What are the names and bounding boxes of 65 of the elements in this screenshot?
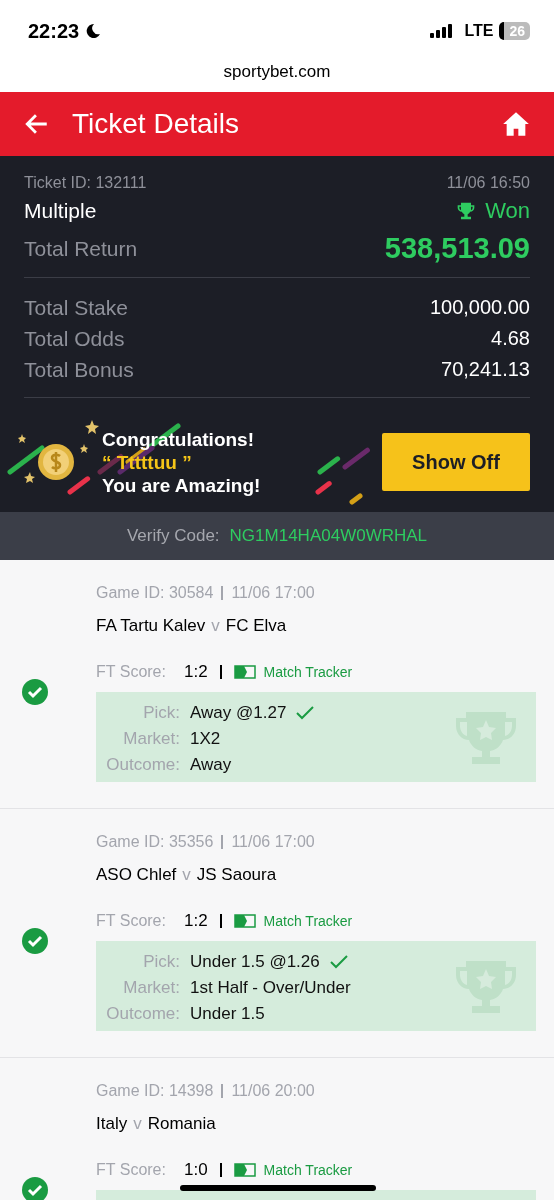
total-value: 4.68 <box>491 327 530 350</box>
network-label: LTE <box>464 22 494 40</box>
ticket-id: Ticket ID: 132111 <box>24 174 147 192</box>
pick-label: Market: <box>122 729 180 749</box>
match-tracker-link[interactable]: Match Tracker <box>263 664 353 680</box>
pick-value: 1X2 <box>190 729 221 749</box>
score-label: FT Score: <box>96 663 166 681</box>
versus-text: v <box>133 1114 142 1134</box>
pick-label: Outcome: <box>105 755 180 775</box>
coin-icon <box>36 442 76 482</box>
tracker-icon <box>233 1163 256 1177</box>
pick-label: Pick: <box>142 703 180 723</box>
verify-code: NG1M14HA04W0WRHAL <box>229 526 428 546</box>
pick-value: 1st Half - Over/Under <box>190 978 351 998</box>
home-team: FA Tartu Kalev <box>96 616 206 636</box>
status-time: 22:23 <box>28 19 80 43</box>
tracker-icon <box>233 914 256 928</box>
score-label: FT Score: <box>96 912 166 930</box>
pick-label: Market: <box>122 978 180 998</box>
game-id: Game ID: 30584 <box>96 584 214 602</box>
game-id: Game ID: 35356 <box>96 833 214 851</box>
away-team: JS Saoura <box>196 865 277 885</box>
bet-type: Multiple <box>24 199 97 223</box>
away-team: FC Elva <box>225 616 287 636</box>
url-text: sportybet.com <box>223 62 331 82</box>
total-label: Total Odds <box>24 326 125 351</box>
total-label: Total Stake <box>24 295 128 320</box>
moon-icon <box>85 23 102 39</box>
match-tracker-link[interactable]: Match Tracker <box>263 913 353 929</box>
status-text: Won <box>485 198 530 224</box>
return-value: 538,513.09 <box>384 232 530 265</box>
tracker-icon <box>233 665 256 679</box>
away-team: Romania <box>147 1114 216 1134</box>
score-value: 1:2 <box>183 662 208 682</box>
pick-value: Under 1.5 @1.26 <box>190 952 320 972</box>
kickoff-time: 11/06 20:00 <box>231 1082 315 1100</box>
return-label: Total Return <box>24 236 138 261</box>
ticket-datetime: 11/06 16:50 <box>446 174 530 192</box>
home-icon[interactable] <box>502 110 530 138</box>
pick-value: Away @1.27 <box>190 703 287 723</box>
score-label: FT Score: <box>96 1161 166 1179</box>
home-team: Italy <box>96 1114 128 1134</box>
user-name: “ Tttttuu ” <box>102 450 193 474</box>
page-title: Ticket Details <box>72 108 239 140</box>
pick-value: Under 1.5 <box>190 1004 265 1024</box>
total-value: 100,000.00 <box>429 296 530 319</box>
kickoff-time: 11/06 17:00 <box>231 584 315 602</box>
amazing-text: You are Amazing! <box>102 473 261 497</box>
signal-icon <box>430 24 455 38</box>
battery-indicator: 26 <box>499 22 530 40</box>
show-off-button[interactable]: Show Off <box>382 433 530 491</box>
score-value: 1:0 <box>183 1160 208 1180</box>
total-value: 70,241.13 <box>441 358 530 381</box>
versus-text: v <box>211 616 220 636</box>
home-team: ASO Chlef <box>96 865 177 885</box>
total-label: Total Bonus <box>24 357 134 382</box>
versus-text: v <box>182 865 191 885</box>
score-value: 1:2 <box>183 911 208 931</box>
pick-label: Outcome: <box>105 1004 180 1024</box>
kickoff-time: 11/06 17:00 <box>231 833 315 851</box>
pick-value: Away <box>190 755 232 775</box>
match-tracker-link[interactable]: Match Tracker <box>263 1162 353 1178</box>
verify-label: Verify Code: <box>126 526 220 546</box>
game-id: Game ID: 14398 <box>96 1082 214 1100</box>
pick-label: Pick: <box>142 952 180 972</box>
